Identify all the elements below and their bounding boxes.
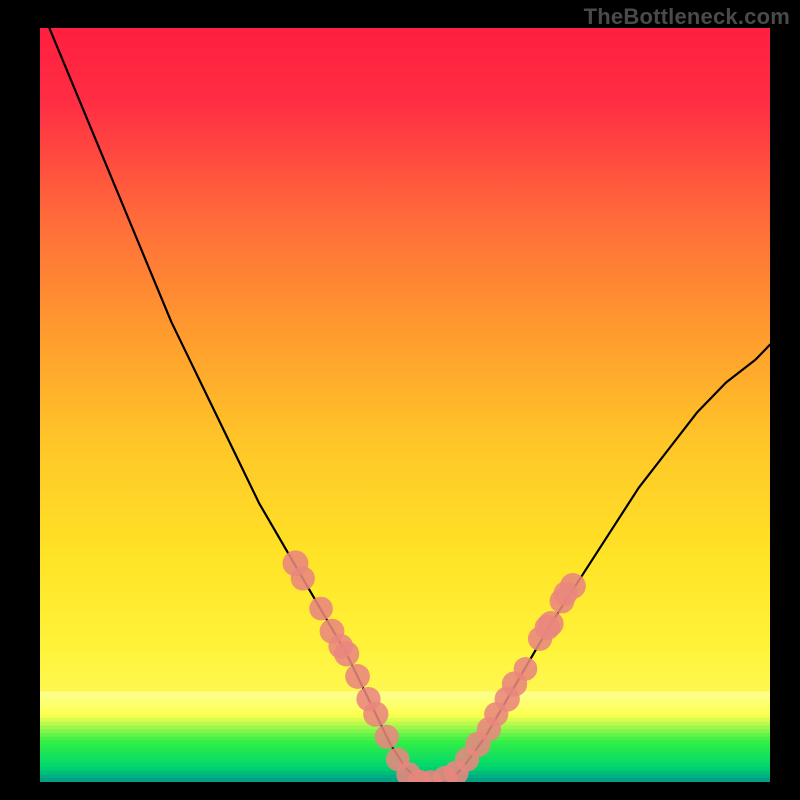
curve-marker: [334, 641, 359, 666]
curve-marker: [309, 597, 333, 621]
chart-frame: TheBottleneck.com: [0, 0, 800, 800]
curve-marker: [375, 725, 399, 749]
gradient-background: [40, 28, 770, 782]
curve-marker: [514, 657, 538, 681]
watermark-label: TheBottleneck.com: [584, 4, 790, 30]
curve-marker: [560, 573, 586, 599]
curve-marker: [345, 664, 370, 689]
bottleneck-plot: [40, 28, 770, 782]
curve-marker: [291, 566, 315, 590]
curve-marker: [538, 611, 563, 636]
chart-svg: [40, 28, 770, 782]
curve-marker: [363, 701, 388, 726]
